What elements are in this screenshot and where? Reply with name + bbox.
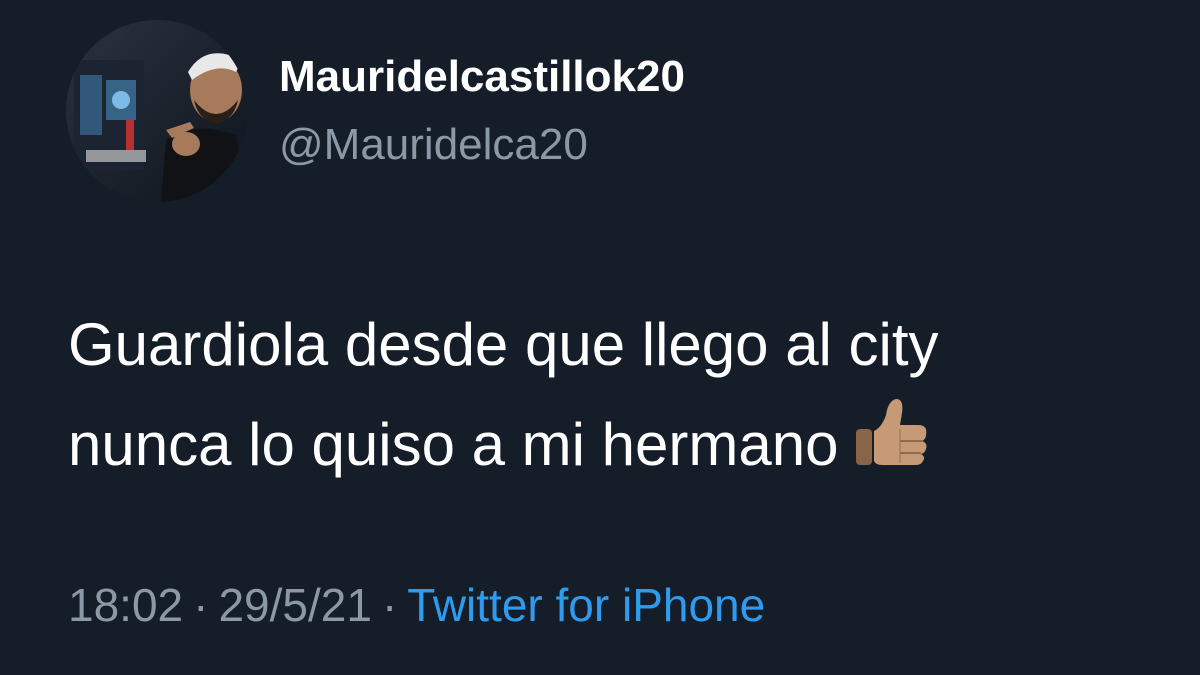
tweet-time[interactable]: 18:02 <box>68 579 183 631</box>
tweet-date[interactable]: 29/5/21 <box>218 579 371 631</box>
meta-separator: · <box>193 579 209 631</box>
profile-photo-icon <box>66 20 248 202</box>
tweet-source-link[interactable]: Twitter for iPhone <box>407 579 765 631</box>
user-handle[interactable]: @Mauridelca20 <box>279 120 588 170</box>
tweet-text-line: nunca lo quiso a mi hermano <box>68 393 1148 499</box>
tweet-text: Guardiola desde que llego al city nunca … <box>68 296 1148 499</box>
tweet-card: Mauridelcastillok20 @Mauridelca20 Guardi… <box>0 0 1200 675</box>
thumbs-up-icon <box>852 393 932 499</box>
tweet-text-line: Guardiola desde que llego al city <box>68 311 939 378</box>
tweet-text-segment: nunca lo quiso a mi hermano <box>68 411 839 478</box>
display-name[interactable]: Mauridelcastillok20 <box>279 52 685 102</box>
avatar[interactable] <box>66 20 248 202</box>
meta-separator: · <box>381 579 398 631</box>
tweet-meta: 18:02 · 29/5/21 · Twitter for iPhone <box>68 578 765 632</box>
